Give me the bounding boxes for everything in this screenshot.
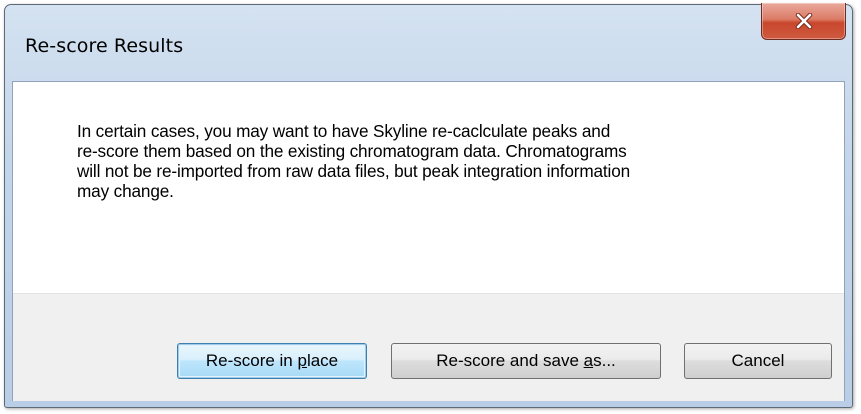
close-icon [795,13,812,29]
title-bar[interactable]: Re-score Results [5,3,852,81]
close-button[interactable] [761,3,846,40]
cancel-label: Cancel [731,351,785,370]
rescore-in-place-label-prefix: Re-score in [205,351,298,370]
button-panel: Re-score in p lace Re-score and save a s..… [13,293,844,401]
rescore-save-mnemonic: a [583,351,594,370]
rescore-save-label-prefix: Re-score and save [436,351,584,370]
message-text: In certain cases, you may want to have S… [77,121,797,201]
rescore-save-label-suffix: s... [593,351,616,370]
message-line: In certain cases, you may want to have S… [77,121,611,141]
cancel-button[interactable]: Cancel [684,343,832,379]
rescore-in-place-label-suffix: lace [306,351,339,370]
rescore-results-dialog: Re-score Results In certain cases, you m… [4,3,853,408]
window-title: Re-score Results [25,35,184,57]
rescore-and-save-as-button[interactable]: Re-score and save a s... [391,343,661,379]
message-line: re-score them based on the existing chro… [77,141,627,161]
message-line: may change. [77,181,174,201]
message-line: will not be re-imported from raw data fi… [77,161,631,181]
rescore-in-place-button[interactable]: Re-score in p lace [177,343,367,379]
dialog-content: In certain cases, you may want to have S… [12,81,845,401]
rescore-in-place-mnemonic: p [297,351,307,370]
